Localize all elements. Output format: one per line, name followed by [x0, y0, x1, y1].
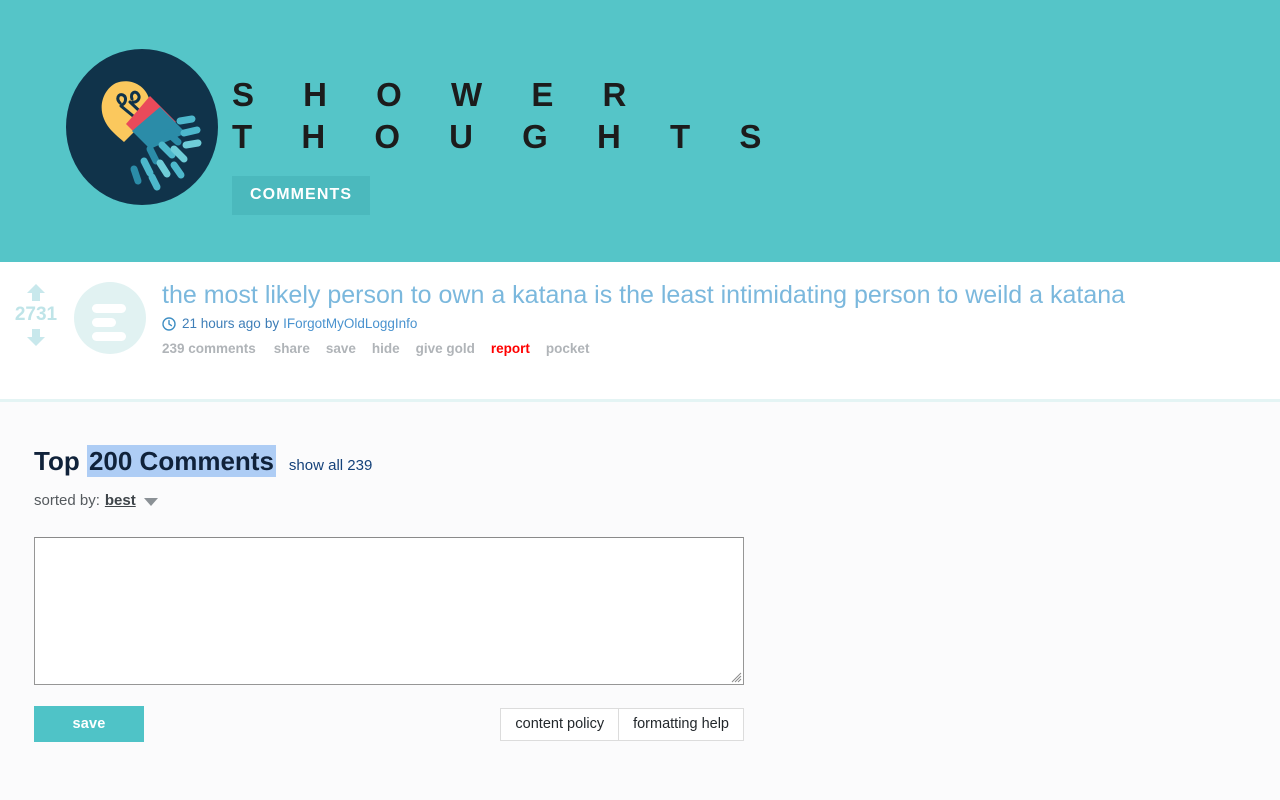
formatting-help-button[interactable]: formatting help	[619, 707, 744, 741]
comments-heading-prefix: Top	[34, 446, 87, 476]
post-time-ago: 21 hours ago	[182, 316, 261, 331]
post-body: the most likely person to own a katana i…	[162, 278, 1125, 356]
comment-textarea[interactable]	[34, 537, 744, 685]
post-tagline: 21 hours ago by IForgotMyOldLoggInfo	[162, 316, 1125, 331]
chevron-down-icon[interactable]	[143, 497, 158, 506]
post-score: 2731	[14, 304, 58, 325]
clock-icon	[162, 316, 176, 331]
post-action-list: 239 comments share save hide give gold report…	[162, 341, 1125, 356]
post-hide-link[interactable]: hide	[372, 341, 400, 356]
post-title-link[interactable]: the most likely person to own a katana i…	[162, 280, 1125, 310]
content-policy-button[interactable]: content policy	[500, 707, 620, 741]
comments-header: Top 200 Comments show all 239	[34, 445, 1280, 477]
post-comments-link[interactable]: 239 comments	[162, 341, 256, 356]
comments-section: Top 200 Comments show all 239 sorted by:…	[0, 402, 1280, 797]
post-give-gold-link[interactable]: give gold	[416, 341, 475, 356]
show-all-comments-link[interactable]: show all 239	[289, 457, 372, 474]
comments-heading: Top 200 Comments	[34, 445, 276, 477]
subreddit-logo[interactable]	[64, 38, 220, 216]
comments-heading-selected: 200 Comments	[86, 445, 276, 477]
vote-widget: 2731	[0, 278, 72, 348]
site-header: S H O W E R T H O U G H T S COMMENTS	[0, 0, 1280, 262]
post-pocket-link[interactable]: pocket	[546, 341, 590, 356]
upvote-arrow-icon[interactable]	[25, 282, 47, 304]
post-thumbnail[interactable]	[72, 280, 148, 356]
reply-form: save content policy formatting help	[34, 537, 1280, 742]
helper-button-group: content policy formatting help	[500, 707, 744, 741]
header-inner: S H O W E R T H O U G H T S COMMENTS	[0, 0, 1280, 216]
header-text: S H O W E R T H O U G H T S COMMENTS	[232, 38, 781, 215]
downvote-arrow-icon[interactable]	[25, 326, 47, 348]
sort-control[interactable]: sorted by: best	[34, 492, 1280, 509]
save-button[interactable]: save	[34, 706, 144, 742]
post-report-link[interactable]: report	[491, 341, 530, 356]
post-author-link[interactable]: IForgotMyOldLoggInfo	[283, 316, 417, 331]
post-listing: 2731 the most likely person to own a kat…	[0, 262, 1280, 402]
post-row: 2731 the most likely person to own a kat…	[0, 262, 1280, 356]
site-title: S H O W E R T H O U G H T S	[232, 76, 782, 155]
shower-lightbulb-logo-icon	[66, 49, 218, 205]
header-tabs: COMMENTS	[232, 176, 781, 215]
reply-form-actions: save content policy formatting help	[34, 706, 744, 742]
post-save-link[interactable]: save	[326, 341, 356, 356]
post-share-link[interactable]: share	[274, 341, 310, 356]
sort-value[interactable]: best	[105, 492, 136, 509]
sort-label: sorted by:	[34, 492, 100, 509]
tab-comments[interactable]: COMMENTS	[232, 176, 371, 215]
by-label: by	[264, 316, 280, 331]
